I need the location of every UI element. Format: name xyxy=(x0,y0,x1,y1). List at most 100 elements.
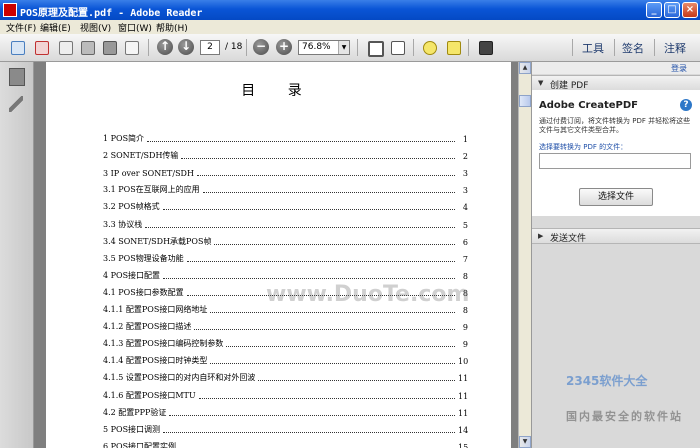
toc-entry-title: 5 POS接口调测 xyxy=(103,424,161,434)
previous-page-button[interactable]: ↑ xyxy=(157,39,173,55)
toc-entry-page: 11 xyxy=(458,408,469,418)
toc-entry[interactable]: 4.1.4 配置POS接口时钟类型 10 xyxy=(103,354,468,366)
fit-width-button[interactable] xyxy=(388,38,406,56)
attachment-icon[interactable] xyxy=(9,96,23,112)
toc-entry[interactable]: 3.2 POS帧格式 4 xyxy=(103,200,468,212)
toolbar: ↑ ↓ 2 / 18 − + 76.8% ▼ 工具 签名 注释 xyxy=(0,34,700,62)
toc-leader-dots xyxy=(210,311,455,313)
combine-icon xyxy=(35,41,49,55)
toc-leader-dots xyxy=(186,260,455,262)
minimize-button[interactable]: _ xyxy=(646,2,662,18)
window-title: POS原理及配置.pdf - Adobe Reader xyxy=(20,8,203,19)
toc-entry[interactable]: 3.4 SONET/SDH承载POS帧 6 xyxy=(103,235,468,247)
toolbar-separator xyxy=(572,39,573,56)
next-page-button[interactable]: ↓ xyxy=(178,39,194,55)
chevron-down-icon[interactable]: ▼ xyxy=(338,41,349,54)
toc-entry[interactable]: 3 IP over SONET/SDH 3 xyxy=(103,166,468,178)
toc-entry-page: 2 xyxy=(462,152,468,162)
create-pdf-section-header[interactable]: ▼ 创建 PDF xyxy=(532,75,700,91)
maximize-button[interactable]: □ xyxy=(664,2,680,18)
zoom-in-button[interactable]: + xyxy=(276,39,292,55)
toc-entry-title: 4.1 POS接口参数配置 xyxy=(103,287,184,297)
document-view[interactable]: 目 录 1 POS简介 1 2 SONET/SDH传输 2 3 IP over SONE… xyxy=(34,62,518,448)
select-file-label: 选择要转换为 PDF 的文件： xyxy=(539,143,628,151)
toc-entry-page: 7 xyxy=(462,254,468,264)
scroll-down-icon[interactable]: ▼ xyxy=(519,436,531,448)
toc-entry-title: 3.2 POS帧格式 xyxy=(103,202,160,212)
toc-entry[interactable]: 3.1 POS在互联网上的应用 3 xyxy=(103,183,468,195)
help-icon[interactable]: ? xyxy=(680,99,692,111)
toc-entry[interactable]: 6 POS接口配置实例 15 xyxy=(103,440,468,448)
menu-view[interactable]: 视图(V) xyxy=(80,21,111,34)
toc-entry[interactable]: 2 SONET/SDH传输 2 xyxy=(103,149,468,161)
toc-leader-dots xyxy=(163,431,455,433)
left-navigation-pane xyxy=(0,62,34,448)
comment-tab[interactable]: 注释 xyxy=(664,40,686,56)
toc-entry-title: 4.1.2 配置POS接口描述 xyxy=(103,322,192,332)
page-number-input[interactable]: 2 xyxy=(200,40,220,55)
create-pdf-description: 通过付费订阅，将文件转换为 PDF 并轻松将这些文件与其它文件类型合并。 xyxy=(539,117,691,134)
toc-entry[interactable]: 3.5 POS物理设备功能 7 xyxy=(103,252,468,264)
close-button[interactable]: × xyxy=(682,2,698,18)
fit-page-button[interactable] xyxy=(365,38,384,57)
page-total: / 18 xyxy=(225,42,243,52)
edit-button[interactable] xyxy=(56,38,74,56)
save-button[interactable] xyxy=(78,38,96,56)
arrow-down-icon: ↓ xyxy=(180,39,192,53)
adobe-reader-icon xyxy=(3,3,17,17)
menu-help[interactable]: 帮助(H) xyxy=(156,21,188,34)
email-button[interactable] xyxy=(122,38,140,56)
sign-tab[interactable]: 签名 xyxy=(622,40,644,56)
tools-panel: 登录 ▼ 创建 PDF Adobe CreatePDF ? 通过付费订阅，将文件… xyxy=(531,62,700,448)
vertical-scrollbar[interactable]: ▲ ▼ xyxy=(518,62,531,448)
toc-entry-title: 1 POS简介 xyxy=(103,134,145,143)
toc-entry-page: 14 xyxy=(458,425,469,435)
login-link[interactable]: 登录 xyxy=(671,63,687,74)
create-icon xyxy=(11,41,25,55)
toc-entry[interactable]: 4.1.2 配置POS接口描述 9 xyxy=(103,320,468,332)
toc-entry-title: 3 IP over SONET/SDH xyxy=(103,169,194,179)
zoom-out-button[interactable]: − xyxy=(253,39,269,55)
toc-entry[interactable]: 4.1.6 配置POS接口MTU 11 xyxy=(103,389,468,401)
toc-entry[interactable]: 4.1.3 配置POS接口编码控制参数 9 xyxy=(103,337,468,349)
toc-entry-page: 10 xyxy=(458,357,469,367)
toc-entry-title: 6 POS接口配置实例 xyxy=(103,441,177,448)
comment-button[interactable] xyxy=(420,38,438,56)
toc-leader-dots xyxy=(194,328,455,331)
file-field[interactable] xyxy=(539,153,691,169)
toc-leader-dots xyxy=(169,414,455,416)
toolbar-separator xyxy=(614,39,615,56)
fit-width-icon xyxy=(391,41,405,55)
print-button[interactable] xyxy=(100,38,118,56)
toc-entry[interactable]: 4.2 配置PPP验证 11 xyxy=(103,406,468,418)
toc-entry-page: 6 xyxy=(462,237,468,247)
menu-file[interactable]: 文件(F) xyxy=(6,21,36,34)
send-files-section-header[interactable]: ▶ 发送文件 xyxy=(532,228,700,244)
toc-entry[interactable]: 4 POS接口配置 8 xyxy=(103,269,468,281)
scroll-up-icon[interactable]: ▲ xyxy=(519,62,531,74)
create-pdf-panel: Adobe CreatePDF ? 通过付费订阅，将文件转换为 PDF 并轻松将… xyxy=(532,90,700,216)
toolbar-separator xyxy=(468,39,469,56)
toc-entry[interactable]: 1 POS简介 1 xyxy=(103,132,468,144)
menu-window[interactable]: 窗口(W) xyxy=(118,21,152,34)
select-file-button[interactable]: 选择文件 xyxy=(579,188,653,206)
create-pdf-button[interactable] xyxy=(8,38,26,56)
toc-entry[interactable]: 5 POS接口调测 14 xyxy=(103,423,468,435)
pdf-page: 目 录 1 POS简介 1 2 SONET/SDH传输 2 3 IP over SONE… xyxy=(46,62,511,448)
page-thumbnails-icon[interactable] xyxy=(9,68,25,86)
menu-edit[interactable]: 编辑(E) xyxy=(40,21,71,34)
site-logo: 2345软件大全 xyxy=(566,374,648,388)
tools-tab[interactable]: 工具 xyxy=(582,40,604,56)
combine-button[interactable] xyxy=(32,38,50,56)
toc-entry[interactable]: 3.3 协议栈 5 xyxy=(103,218,468,230)
toc-entry-title: 4.1.6 配置POS接口MTU xyxy=(103,390,196,400)
toc-entry-title: 3.1 POS在互联网上的应用 xyxy=(103,185,200,195)
toc-entry-title: 4.2 配置PPP验证 xyxy=(103,407,167,417)
toc-leader-dots xyxy=(181,157,455,160)
toc-leader-dots xyxy=(163,277,455,279)
toc-entry[interactable]: 4.1.5 设置POS接口的对内自环和对外回波 11 xyxy=(103,371,468,383)
highlight-button[interactable] xyxy=(444,38,462,56)
scroll-thumb[interactable] xyxy=(519,95,531,107)
zoom-select[interactable]: 76.8% ▼ xyxy=(298,40,350,55)
full-screen-button[interactable] xyxy=(476,38,494,56)
